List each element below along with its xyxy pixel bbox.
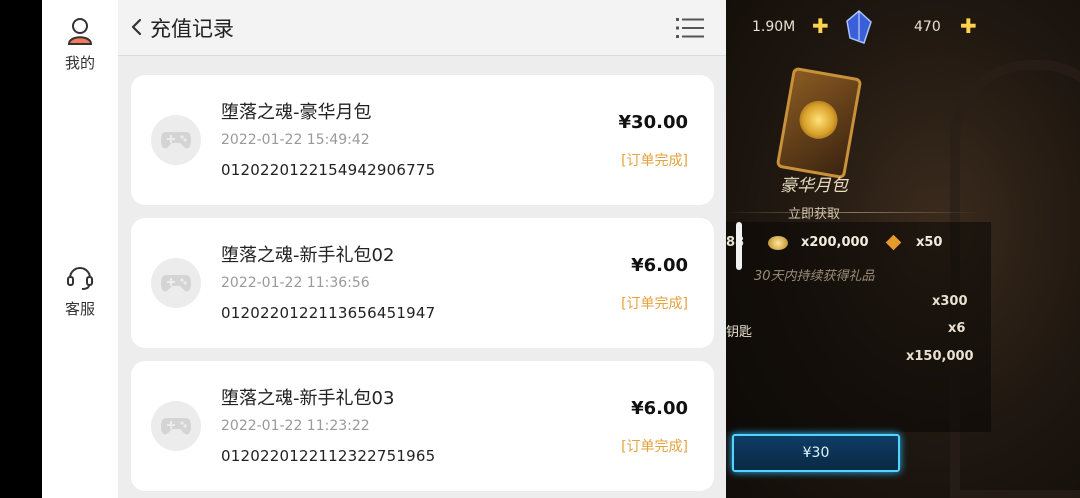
record-order-id: 0120220122113656451947 <box>221 304 436 322</box>
crystal-icon <box>846 10 872 44</box>
gamepad-icon <box>151 401 201 451</box>
record-price: ¥30.00 <box>618 112 688 133</box>
record-card[interactable]: 堕落之魂-豪华月包 2022-01-22 15:49:42 0120220122… <box>131 75 714 205</box>
record-card[interactable]: 堕落之魂-新手礼包03 2022-01-22 11:23:22 01202201… <box>131 361 714 491</box>
reward-gems: x50 <box>916 235 943 250</box>
record-price: ¥6.00 <box>631 398 688 419</box>
currency-crystal-value: 470 <box>914 19 941 35</box>
page-title: 充值记录 <box>150 17 234 41</box>
divider <box>726 212 980 213</box>
scrollbar[interactable] <box>736 222 742 270</box>
reward-row-3: x150,000 <box>906 349 974 364</box>
reward-note: 30天内持续获得礼品 <box>754 269 875 284</box>
sidebar: 我的 客服 <box>42 0 118 498</box>
buy-button-label: ¥30 <box>802 445 830 461</box>
record-status: [订单完成] <box>621 296 688 312</box>
reward-coins: x200,000 <box>801 235 869 250</box>
game-background: 1.90M ✚ 470 ✚ 豪华月包 立即获取 88 x200,000 x50 … <box>726 0 1080 498</box>
reward-row-1: x300 <box>932 294 968 309</box>
pack-card-image <box>775 66 863 180</box>
plus-icon[interactable]: ✚ <box>812 14 829 38</box>
record-order-id: 0120220122154942906775 <box>221 161 436 179</box>
sidebar-item-service[interactable]: 客服 <box>42 262 118 319</box>
reward-row-2-label: 钥匙 <box>726 325 753 340</box>
get-now-label: 立即获取 <box>788 207 841 222</box>
record-price: ¥6.00 <box>631 255 688 276</box>
record-order-id: 0120220122112322751965 <box>221 447 436 465</box>
user-icon <box>67 18 93 45</box>
record-time: 2022-01-22 11:23:22 <box>221 418 370 434</box>
sidebar-item-label: 我的 <box>64 54 95 72</box>
record-status: [订单完成] <box>621 153 688 169</box>
record-time: 2022-01-22 11:36:56 <box>221 275 370 291</box>
record-name: 堕落之魂-新手礼包02 <box>221 245 395 266</box>
coin-icon <box>768 236 788 250</box>
record-card[interactable]: 堕落之魂-新手礼包02 2022-01-22 11:36:56 01202201… <box>131 218 714 348</box>
reward-row-2: x6 <box>948 321 966 336</box>
plus-icon[interactable]: ✚ <box>960 14 977 38</box>
buy-button[interactable]: ¥30 <box>732 434 900 472</box>
currency-gold-value: 1.90M <box>752 19 796 35</box>
record-status: [订单完成] <box>621 439 688 455</box>
gamepad-icon <box>151 258 201 308</box>
sidebar-item-label: 客服 <box>64 300 95 318</box>
sidebar-item-me[interactable]: 我的 <box>42 16 118 73</box>
header-bar: 充值记录 <box>118 0 726 56</box>
recharge-records-panel: 充值记录 堕落之魂-豪华月包 2022-01-22 15:49:42 01202… <box>118 0 726 498</box>
headset-icon <box>67 267 93 290</box>
pack-title: 豪华月包 <box>780 176 848 196</box>
record-time: 2022-01-22 15:49:42 <box>221 132 370 148</box>
chevron-left-icon[interactable] <box>124 12 150 42</box>
list-menu-icon[interactable] <box>676 17 704 39</box>
record-name: 堕落之魂-新手礼包03 <box>221 388 395 409</box>
screen-edge <box>0 0 42 498</box>
record-name: 堕落之魂-豪华月包 <box>221 102 372 123</box>
gamepad-icon <box>151 115 201 165</box>
